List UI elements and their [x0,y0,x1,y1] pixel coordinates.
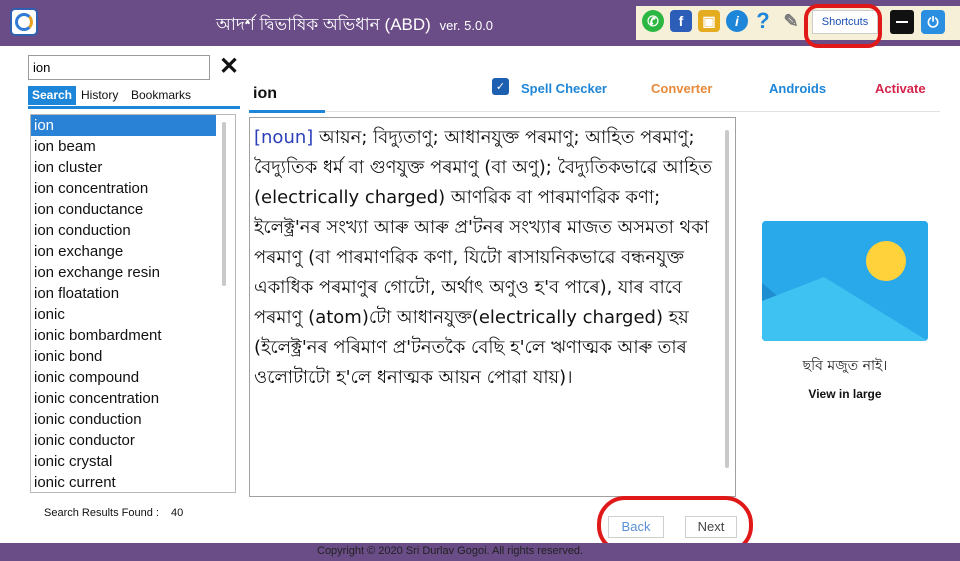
word-list[interactable]: ion ion beam ion cluster ion concentrati… [30,114,236,493]
entry-word-title: ion [253,85,277,102]
results-label: Search Results Found : [44,507,159,519]
list-item[interactable]: ion exchange resin [31,262,235,283]
image-caption: ছবি মজুত নাই। [802,358,888,374]
image-placeholder[interactable] [762,221,928,341]
list-item[interactable]: ionic conductor [31,430,235,451]
activate-link[interactable]: Activate [875,81,926,96]
entry-tab-underline [249,110,325,113]
wrench-icon[interactable]: ✎ [780,10,802,32]
minimize-icon[interactable] [890,10,914,34]
list-item[interactable]: ionic crystal [31,451,235,472]
app-title: আদৰ্শ দ্বিভাষিক অভিধান (ABD) ver. 5.0.0 [216,12,493,40]
list-item[interactable]: ionic bond [31,346,235,367]
list-item[interactable]: ion [31,115,216,136]
androids-link[interactable]: Androids [769,81,826,96]
view-in-large-link[interactable]: View in large [762,387,928,401]
spell-checker-link[interactable]: Spell Checker [521,81,607,96]
tab-bookmarks[interactable]: Bookmarks [128,86,194,105]
search-input[interactable] [28,55,210,80]
list-item[interactable]: ionic compound [31,367,235,388]
tab-search[interactable]: Search [28,86,76,105]
copyright-text: Copyright © 2020 Sri Durlav Gogoi. All r… [317,545,584,557]
converter-link[interactable]: Converter [651,81,712,96]
app-logo-icon [10,8,38,36]
app-title-text: আদৰ্শ দ্বিভাষিক অভিধান (ABD) [216,15,431,34]
image-placeholder-icon [762,221,928,341]
list-item[interactable]: ionic [31,304,235,325]
list-item[interactable]: ion cluster [31,157,235,178]
spell-checker-icon[interactable]: ✓ [492,78,509,95]
facebook-icon[interactable]: f [670,10,692,32]
info-icon[interactable]: i [726,10,748,32]
list-item[interactable]: ion conduction [31,220,235,241]
part-of-speech: [noun] [254,127,314,148]
lock-icon[interactable]: ▣ [698,10,720,32]
content-separator [325,111,940,112]
definition-body: আয়ন; বিদ্যুতাণু; আধানযুক্ত পৰমাণু; আহিত… [254,127,713,388]
clear-search-icon[interactable]: ✕ [218,54,240,80]
list-item[interactable]: ionic current [31,472,235,492]
results-count: 40 [170,507,184,519]
definition-text: [noun] আয়ন; বিদ্যুতাণু; আধানযুক্ত পৰমাণ… [254,123,721,393]
tab-history[interactable]: History [78,86,121,105]
list-item[interactable]: ionic concentration [31,388,235,409]
definition-scrollbar[interactable] [725,130,729,468]
tab-underline [28,106,240,109]
list-item[interactable]: ion conductance [31,199,235,220]
list-item[interactable]: ion beam [31,136,235,157]
word-list-scrollbar[interactable] [222,122,226,286]
whatsapp-icon[interactable]: ✆ [642,10,664,32]
power-icon[interactable]: ⏻ [921,10,945,34]
annotation-circle-shortcuts [804,4,882,48]
list-item[interactable]: ion exchange [31,241,235,262]
list-item[interactable]: ionic conduction [31,409,235,430]
list-item[interactable]: ion concentration [31,178,235,199]
list-item[interactable]: ionic bombardment [31,325,235,346]
app-version: ver. 5.0.0 [439,18,494,33]
search-results-found: Search Results Found : 40 [44,507,183,519]
definition-panel[interactable]: [noun] আয়ন; বিদ্যুতাণু; আধানযুক্ত পৰমাণ… [249,117,736,497]
list-item[interactable]: ion floatation [31,283,235,304]
help-icon[interactable]: ? [752,8,774,33]
